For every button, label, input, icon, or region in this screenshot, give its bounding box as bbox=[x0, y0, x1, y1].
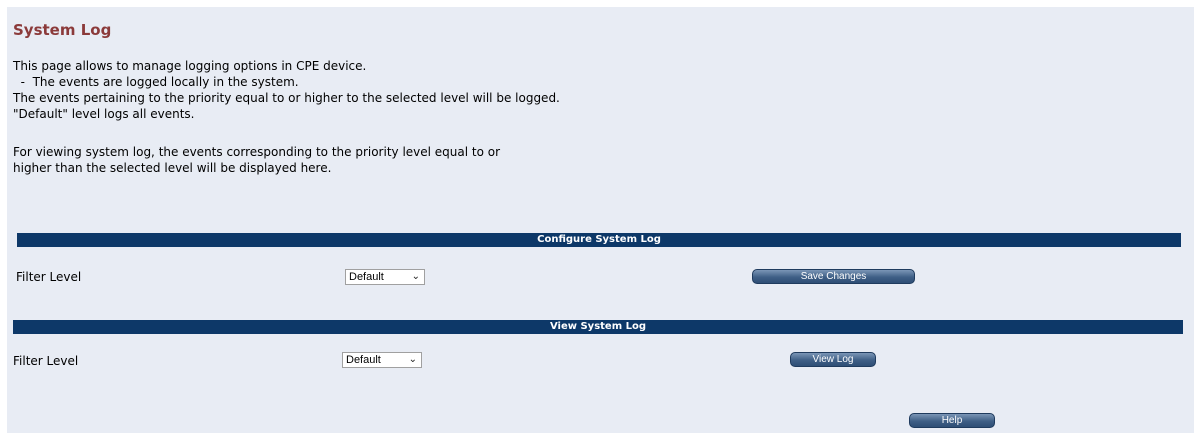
view-filter-select[interactable]: Default ⌄ bbox=[342, 352, 422, 368]
chevron-down-icon: ⌄ bbox=[411, 271, 420, 282]
chevron-down-icon: ⌄ bbox=[408, 354, 417, 365]
view-filter-label: Filter Level bbox=[13, 354, 79, 368]
configure-filter-label: Filter Level bbox=[16, 270, 82, 284]
view-section-header: View System Log bbox=[13, 320, 1183, 334]
description-line-2: - The events are logged locally in the s… bbox=[13, 75, 299, 89]
viewing-note-line-1: For viewing system log, the events corre… bbox=[13, 145, 501, 159]
configure-filter-value: Default bbox=[349, 271, 384, 283]
description-line-3: The events pertaining to the priority eq… bbox=[13, 91, 560, 105]
page-title: System Log bbox=[13, 21, 112, 39]
configure-section-header: Configure System Log bbox=[17, 233, 1181, 247]
description-line-4: "Default" level logs all events. bbox=[13, 107, 195, 121]
configure-filter-select[interactable]: Default ⌄ bbox=[345, 269, 425, 285]
main-panel: System Log This page allows to manage lo… bbox=[7, 7, 1194, 433]
description-line-1: This page allows to manage logging optio… bbox=[13, 59, 367, 73]
viewing-note-line-2: higher than the selected level will be d… bbox=[13, 161, 332, 175]
view-log-button[interactable]: View Log bbox=[790, 352, 876, 367]
view-filter-value: Default bbox=[346, 354, 381, 366]
save-changes-button[interactable]: Save Changes bbox=[752, 269, 915, 284]
help-button[interactable]: Help bbox=[909, 413, 995, 428]
